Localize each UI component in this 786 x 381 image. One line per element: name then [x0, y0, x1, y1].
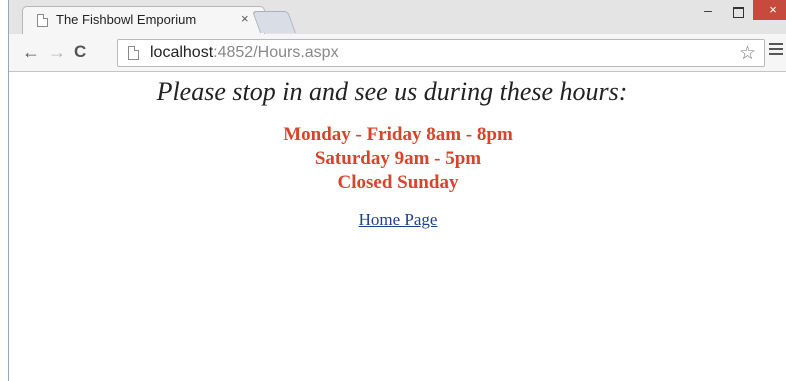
maximize-button[interactable] [725, 2, 751, 22]
bookmark-star-icon[interactable]: ☆ [739, 42, 756, 65]
hours-list: Monday - Friday 8am - 8pm Saturday 9am -… [9, 123, 786, 195]
hours-weekday: Monday - Friday 8am - 8pm [283, 124, 513, 145]
title-bar: The Fishbowl Emporium × – × [9, 0, 786, 35]
page-headline: Please stop in and see us during these h… [156, 77, 628, 106]
reload-icon[interactable]: C [74, 42, 86, 62]
page-content: Please stop in and see us during these h… [9, 72, 786, 381]
menu-icon[interactable] [769, 43, 783, 58]
browser-window: The Fishbowl Emporium × – × ← → C localh… [8, 0, 786, 381]
hours-saturday: Saturday 9am - 5pm [314, 148, 482, 169]
forward-arrow-icon[interactable]: → [48, 42, 66, 62]
close-window-button[interactable]: × [753, 0, 786, 20]
tab-active[interactable]: The Fishbowl Emporium × [22, 6, 265, 34]
back-arrow-icon[interactable]: ← [22, 42, 40, 62]
hours-sunday: Closed Sunday [337, 172, 459, 193]
minimize-button[interactable]: – [695, 2, 721, 22]
page-icon [128, 46, 139, 60]
tab-title: The Fishbowl Emporium [56, 12, 197, 27]
tab-close-icon[interactable]: × [241, 11, 249, 26]
maximize-icon [732, 7, 744, 18]
browser-toolbar: ← → C localhost:4852/Hours.aspx ☆ [9, 34, 786, 72]
url-path: :4852/Hours.aspx [213, 44, 339, 61]
home-page-link[interactable]: Home Page [359, 210, 438, 230]
url-text[interactable]: localhost:4852/Hours.aspx [150, 44, 339, 62]
url-host: localhost [150, 44, 214, 61]
page-icon [37, 14, 48, 27]
new-tab-button[interactable] [251, 11, 297, 33]
address-bar[interactable]: localhost:4852/Hours.aspx ☆ [117, 39, 765, 67]
